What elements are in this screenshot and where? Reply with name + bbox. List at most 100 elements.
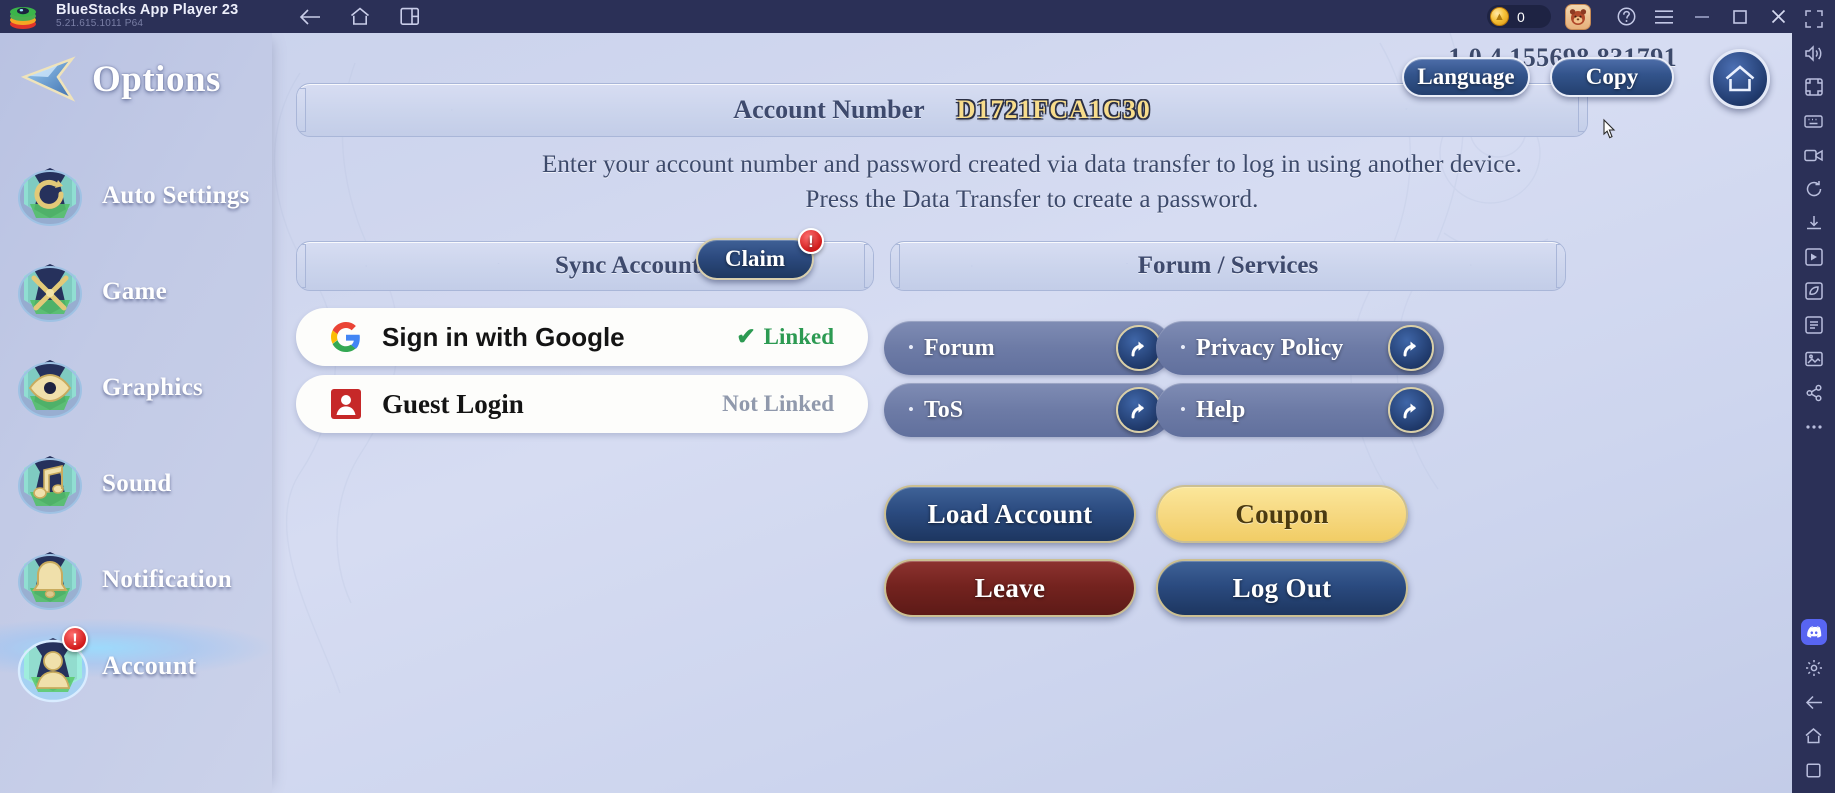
login-status-text: Linked bbox=[763, 324, 834, 349]
coupon-button[interactable]: Coupon bbox=[1156, 485, 1408, 543]
scripts-icon[interactable] bbox=[1792, 308, 1835, 342]
gallery-icon[interactable] bbox=[1792, 342, 1835, 376]
maximize-icon[interactable] bbox=[1721, 0, 1759, 33]
sidebar-item-label: Sound bbox=[102, 470, 172, 497]
app-name: BlueStacks App Player 23 bbox=[56, 2, 239, 19]
login-row-guest[interactable]: Guest Login Not Linked bbox=[296, 375, 868, 433]
back-diamond-icon[interactable] bbox=[18, 55, 78, 103]
home-icon[interactable] bbox=[348, 5, 372, 29]
band-notch-right bbox=[1556, 244, 1565, 288]
login-row-label: Sign in with Google bbox=[382, 321, 625, 352]
forum-services-band: Forum / Services bbox=[890, 241, 1566, 291]
claim-button[interactable]: Claim ! bbox=[696, 228, 824, 280]
volume-icon[interactable] bbox=[1792, 36, 1835, 70]
window-title: BlueStacks App Player 23 5.21.615.1011 P… bbox=[56, 2, 239, 30]
login-status-linked: ✔ Linked bbox=[736, 324, 834, 350]
band-notch-left bbox=[297, 88, 306, 132]
back-icon[interactable] bbox=[1792, 685, 1835, 719]
sidebar-item-notification[interactable]: Notification bbox=[14, 537, 272, 623]
share-icon[interactable] bbox=[1792, 376, 1835, 410]
account-number-row: Account Number D1721FCA1C30 bbox=[733, 95, 1150, 125]
account-number-value: D1721FCA1C30 bbox=[956, 95, 1151, 124]
service-button-label: ToS bbox=[923, 396, 964, 423]
page-title: Options bbox=[18, 55, 221, 103]
coin-count: 0 bbox=[1517, 8, 1525, 25]
service-button-privacy-policy[interactable]: • Privacy Policy bbox=[1156, 321, 1444, 375]
app-version: 5.21.615.1011 P64 bbox=[56, 18, 144, 30]
rotate-icon[interactable] bbox=[1792, 172, 1835, 206]
macro-icon[interactable] bbox=[1792, 240, 1835, 274]
coin-balance[interactable]: ▲ 0 bbox=[1487, 5, 1551, 28]
instructions-text: Enter your account number and password c… bbox=[272, 148, 1792, 217]
options-title: Options bbox=[92, 58, 221, 100]
band-notch-left bbox=[297, 244, 306, 288]
instructions-line-2: Press the Data Transfer to create a pass… bbox=[805, 185, 1259, 213]
discord-icon[interactable] bbox=[1800, 619, 1827, 645]
sidebar-item-label: Graphics bbox=[102, 374, 204, 401]
forum-services-header: Forum / Services bbox=[1137, 252, 1319, 279]
service-button-tos[interactable]: • ToS bbox=[884, 383, 1172, 437]
leave-button[interactable]: Leave bbox=[884, 559, 1136, 617]
game-viewport: Options Auto Settings Game Graphics Soun… bbox=[0, 33, 1792, 793]
refresh-badge-icon bbox=[14, 160, 86, 232]
swords-badge-icon bbox=[14, 256, 86, 328]
bullet-icon: • bbox=[1180, 400, 1186, 419]
sidebar-item-game[interactable]: Game bbox=[14, 249, 272, 335]
game-icon[interactable] bbox=[1565, 3, 1591, 30]
account-number-label: Account Number bbox=[733, 95, 925, 124]
language-button[interactable]: Language bbox=[1402, 57, 1530, 97]
band-notch-left bbox=[891, 244, 900, 288]
mouse-cursor bbox=[1603, 118, 1616, 139]
menu-icon[interactable] bbox=[1645, 0, 1683, 33]
help-icon[interactable] bbox=[1607, 0, 1645, 33]
login-row-label: Guest Login bbox=[382, 388, 524, 419]
external-link-icon bbox=[1388, 325, 1434, 371]
claim-button-label: Claim bbox=[724, 246, 786, 271]
back-icon[interactable] bbox=[298, 5, 322, 29]
account-number-band: Account Number D1721FCA1C30 bbox=[296, 83, 1588, 137]
sidebar-item-graphics[interactable]: Graphics bbox=[14, 345, 272, 431]
minimize-icon[interactable] bbox=[1683, 0, 1721, 33]
sidebar-item-account[interactable]: ! Account bbox=[14, 623, 272, 709]
sidebar-item-label: Account bbox=[102, 651, 197, 680]
service-button-label: Privacy Policy bbox=[1195, 334, 1344, 361]
home-icon[interactable] bbox=[1792, 719, 1835, 753]
bullet-icon: • bbox=[1180, 338, 1186, 357]
sidebar-item-label: Notification bbox=[102, 566, 232, 593]
bluestacks-logo-icon bbox=[8, 4, 38, 30]
login-row-google[interactable]: Sign in with Google ✔ Linked bbox=[296, 308, 868, 366]
bullet-icon: • bbox=[908, 400, 914, 419]
window-titlebar: BlueStacks App Player 23 5.21.615.1011 P… bbox=[0, 0, 1835, 33]
fullscreen-icon[interactable] bbox=[1792, 2, 1835, 36]
screenshot-icon[interactable] bbox=[1792, 70, 1835, 104]
recents-icon[interactable] bbox=[1792, 753, 1835, 787]
bullet-icon: • bbox=[908, 338, 914, 357]
log-out-button[interactable]: Log Out bbox=[1156, 559, 1408, 617]
home-icon[interactable] bbox=[1710, 49, 1770, 109]
eco-mode-icon[interactable] bbox=[1792, 274, 1835, 308]
guest-person-icon bbox=[330, 388, 362, 420]
eye-badge-icon bbox=[14, 352, 86, 424]
status-badge: ! bbox=[62, 626, 88, 652]
login-status-notlinked: Not Linked bbox=[722, 391, 834, 417]
sidebar-item-auto-settings[interactable]: Auto Settings bbox=[14, 153, 272, 239]
sidebar-item-label: Auto Settings bbox=[102, 182, 250, 209]
load-account-button[interactable]: Load Account bbox=[884, 485, 1136, 543]
check-icon: ✔ bbox=[736, 324, 756, 349]
instructions-line-1: Enter your account number and password c… bbox=[541, 151, 1523, 178]
copy-button[interactable]: Copy bbox=[1550, 57, 1674, 97]
more-icon[interactable] bbox=[1792, 410, 1835, 444]
sidebar-item-sound[interactable]: Sound bbox=[14, 441, 272, 527]
external-link-icon bbox=[1388, 387, 1434, 433]
settings-icon[interactable] bbox=[1792, 651, 1835, 685]
service-button-forum[interactable]: • Forum bbox=[884, 321, 1172, 375]
video-record-icon[interactable] bbox=[1792, 138, 1835, 172]
keymap-icon[interactable] bbox=[1792, 104, 1835, 138]
service-button-help[interactable]: • Help bbox=[1156, 383, 1444, 437]
sync-account-header: Sync Account bbox=[555, 252, 701, 279]
multi-instance-icon[interactable] bbox=[398, 5, 422, 29]
install-apk-icon[interactable] bbox=[1792, 206, 1835, 240]
claim-alert-badge: ! bbox=[798, 228, 824, 254]
sidebar-item-label: Game bbox=[102, 278, 168, 305]
login-status-text: Not Linked bbox=[722, 391, 834, 416]
